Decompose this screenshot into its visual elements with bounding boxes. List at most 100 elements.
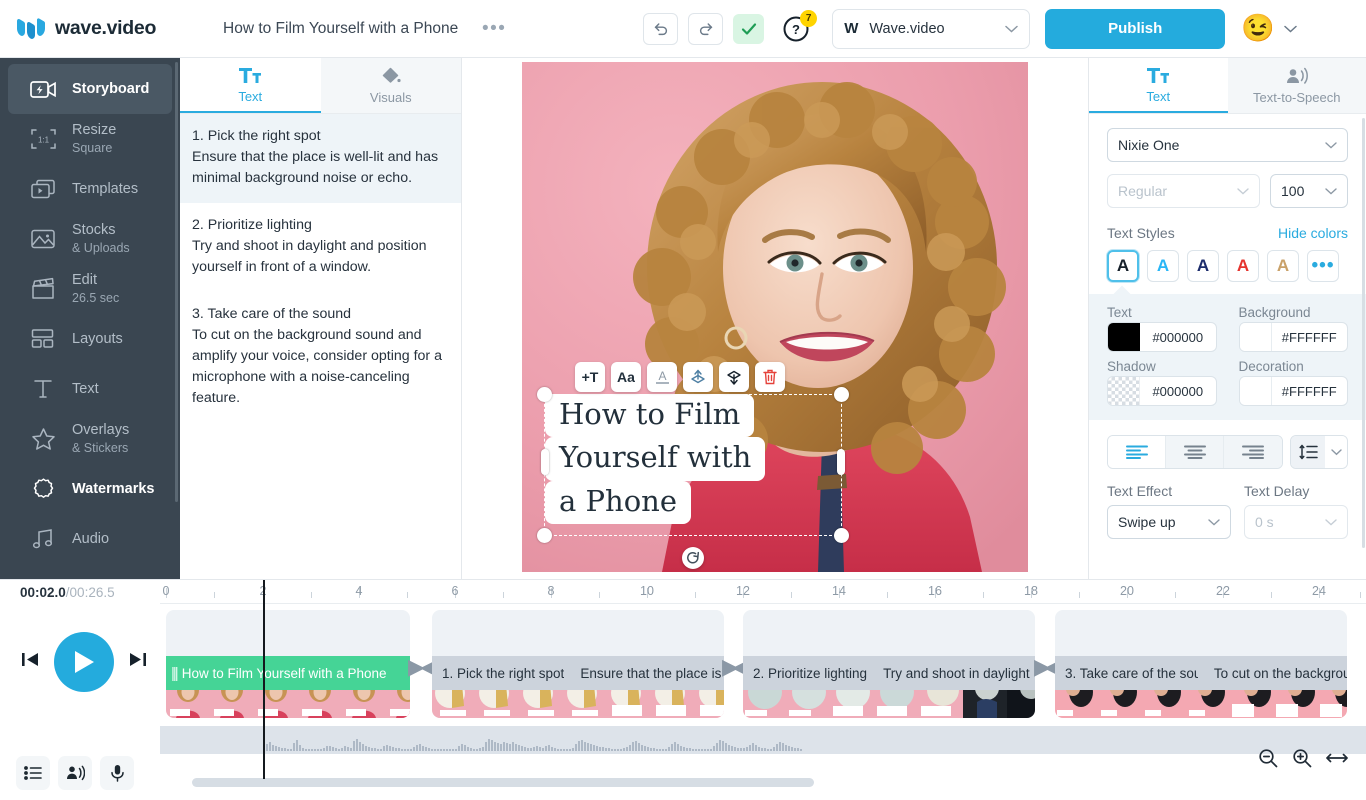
sidebar-scrollbar[interactable]: [175, 62, 178, 502]
project-menu-icon[interactable]: •••: [480, 16, 508, 42]
zoom-out-icon[interactable]: [1258, 748, 1278, 773]
text-style-swatch-1[interactable]: A: [1107, 250, 1139, 282]
playhead-ruler[interactable]: [263, 580, 265, 755]
scene-caption-body: Try and shoot in daylight: [883, 666, 1030, 681]
sidebar-item-layouts[interactable]: Layouts: [8, 314, 172, 364]
saved-status-button[interactable]: [733, 14, 764, 44]
text-style-swatch-5[interactable]: A: [1267, 250, 1299, 282]
shadow-color-field[interactable]: #000000: [1107, 376, 1217, 406]
text-style-swatch-4[interactable]: A: [1227, 250, 1259, 282]
help-button[interactable]: ? 7: [780, 13, 812, 45]
sidebar-item-overlays-stickers[interactable]: Overlays & Stickers: [8, 414, 172, 464]
background-color-swatch[interactable]: [1240, 323, 1272, 351]
tab-text-properties[interactable]: Text: [1089, 58, 1228, 113]
text-effect-select[interactable]: Swipe up: [1107, 505, 1231, 539]
workspace-selector[interactable]: W Wave.video: [832, 9, 1030, 49]
sidebar-item-stocks-uploads[interactable]: Stocks & Uploads: [8, 214, 172, 264]
align-left-button[interactable]: [1108, 436, 1166, 468]
scene-caption[interactable]: ||| How to Film Yourself with a Phone: [166, 656, 410, 690]
tab-text[interactable]: Text: [180, 58, 321, 113]
font-family-select[interactable]: Nixie One: [1107, 128, 1348, 162]
skip-previous-icon[interactable]: [21, 651, 40, 673]
decoration-color-field[interactable]: #FFFFFF: [1239, 376, 1349, 406]
text-color-swatch[interactable]: [1108, 323, 1140, 351]
resize-handle-tr[interactable]: [834, 387, 849, 402]
list-icon[interactable]: [16, 756, 50, 790]
sidebar-item-templates[interactable]: Templates: [8, 164, 172, 214]
resize-handle-left[interactable]: [541, 449, 549, 475]
line-height-dropdown[interactable]: [1325, 436, 1347, 468]
user-menu[interactable]: 😉: [1241, 15, 1297, 42]
timeline-scene[interactable]: 1. Pick the right spot Ensure that the p…: [432, 610, 724, 718]
scene-caption[interactable]: 1. Pick the right spot Ensure that the p…: [432, 656, 724, 690]
sidebar-item-watermarks[interactable]: Watermarks: [8, 464, 172, 514]
text-color-field[interactable]: #000000: [1107, 322, 1217, 352]
rotate-icon[interactable]: [682, 547, 704, 569]
tab-visuals[interactable]: Visuals: [321, 58, 462, 113]
video-stage[interactable]: +T Aa A: [522, 62, 1028, 572]
scene-trim-handle-left[interactable]: ◀: [1044, 654, 1055, 680]
timeline-ruler[interactable]: 0 2 4 6 8 10 12 14 16 18 20 22 24: [160, 580, 1366, 604]
send-backward-icon[interactable]: [719, 362, 749, 392]
align-center-button[interactable]: [1166, 436, 1224, 468]
font-style-icon[interactable]: Aa: [611, 362, 641, 392]
hide-colors-link[interactable]: Hide colors: [1278, 225, 1348, 241]
text-color-icon[interactable]: A: [647, 362, 677, 392]
line-height-button[interactable]: [1291, 436, 1325, 468]
script-block[interactable]: 2. Prioritize lighting Try and shoot in …: [180, 203, 461, 292]
background-color-field[interactable]: #FFFFFF: [1239, 322, 1349, 352]
microphone-icon[interactable]: [100, 756, 134, 790]
redo-button[interactable]: [688, 13, 723, 45]
resize-handle-br[interactable]: [834, 528, 849, 543]
sidebar-sublabel: & Uploads: [72, 241, 130, 255]
font-weight-select[interactable]: Regular: [1107, 174, 1260, 208]
resize-handle-bl[interactable]: [537, 528, 552, 543]
timeline-scrollbar-thumb[interactable]: [192, 778, 814, 787]
scene-trim-handle-left[interactable]: ◀: [732, 654, 743, 680]
sidebar-item-audio-text: Audio: [72, 531, 109, 548]
sidebar-item-storyboard[interactable]: Storyboard: [8, 64, 172, 114]
fit-width-icon[interactable]: [1326, 751, 1348, 770]
script-block[interactable]: 1. Pick the right spot Ensure that the p…: [180, 114, 461, 203]
skip-next-icon[interactable]: [128, 651, 147, 673]
voiceover-icon[interactable]: [58, 756, 92, 790]
undo-button[interactable]: [643, 13, 678, 45]
audio-track[interactable]: [160, 726, 1366, 754]
add-text-icon[interactable]: +T: [575, 362, 605, 392]
timeline-scene[interactable]: 3. Take care of the sour To cut on the b…: [1055, 610, 1347, 718]
scene-trim-handle-left[interactable]: ◀: [420, 654, 431, 680]
scene-caption[interactable]: 3. Take care of the sour To cut on the b…: [1055, 656, 1347, 690]
more-text-styles-icon[interactable]: •••: [1307, 250, 1339, 282]
decoration-color-swatch[interactable]: [1240, 377, 1272, 405]
script-block[interactable]: 3. Take care of the sound To cut on the …: [180, 292, 461, 423]
sidebar-label: Templates: [72, 181, 138, 198]
resize-handle-tl[interactable]: [537, 387, 552, 402]
bring-forward-icon[interactable]: [683, 362, 713, 392]
shadow-color-swatch[interactable]: [1108, 377, 1140, 405]
scene-trim-handle-right[interactable]: ▶: [408, 654, 419, 680]
text-style-swatch-3[interactable]: A: [1187, 250, 1219, 282]
project-title[interactable]: How to Film Yourself with a Phone: [223, 20, 458, 38]
right-panel-scrollbar[interactable]: [1362, 118, 1365, 548]
sidebar-item-edit[interactable]: Edit 26.5 sec: [8, 264, 172, 314]
text-object-selection[interactable]: How to Film Yourself with a Phone: [544, 394, 842, 536]
text-delay-select[interactable]: 0 s: [1244, 505, 1348, 539]
resize-handle-right[interactable]: [837, 449, 845, 475]
font-size-select[interactable]: 100: [1270, 174, 1348, 208]
play-button[interactable]: [54, 632, 114, 692]
current-time: 00:02.0: [20, 585, 66, 600]
sidebar-item-audio[interactable]: Audio: [8, 514, 172, 564]
timeline-scene[interactable]: 2. Prioritize lighting Try and shoot in …: [743, 610, 1035, 718]
text-style-swatch-2[interactable]: A: [1147, 250, 1179, 282]
scene-caption[interactable]: 2. Prioritize lighting Try and shoot in …: [743, 656, 1035, 690]
timeline-scrollbar-track[interactable]: [160, 776, 1366, 790]
align-right-button[interactable]: [1224, 436, 1282, 468]
delete-icon[interactable]: [755, 362, 785, 392]
publish-button[interactable]: Publish: [1045, 9, 1225, 49]
zoom-in-icon[interactable]: [1292, 748, 1312, 773]
tab-text-to-speech[interactable]: Text-to-Speech: [1228, 58, 1366, 113]
sidebar-item-text[interactable]: Text: [8, 364, 172, 414]
timeline-scene[interactable]: ||| How to Film Yourself with a Phone: [166, 610, 410, 718]
sidebar-item-resize[interactable]: 1:1 Resize Square: [8, 114, 172, 164]
brand-logo-wrap[interactable]: wave.video: [16, 17, 191, 40]
